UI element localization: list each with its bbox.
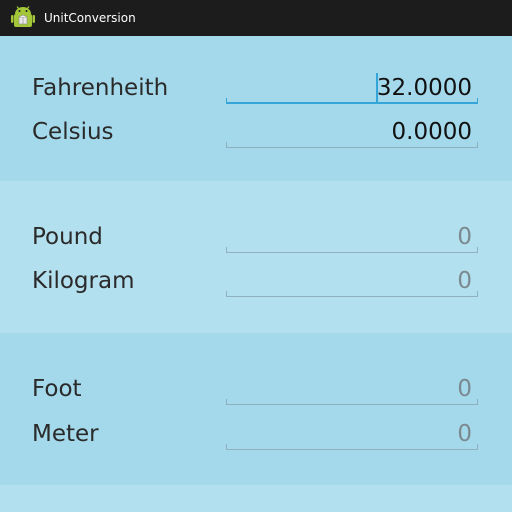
weight-section: Pound 0 Kilogram 0: [0, 181, 512, 333]
celsius-label: Celsius: [32, 119, 114, 145]
pound-input[interactable]: 0: [226, 217, 478, 253]
fahrenheit-input[interactable]: 32.0000: [226, 68, 478, 104]
kilogram-underline: [226, 291, 478, 297]
foot-underline: [226, 399, 478, 405]
kilogram-input[interactable]: 0: [226, 261, 478, 297]
meter-row: Meter 0: [0, 414, 512, 454]
meter-label: Meter: [32, 421, 99, 447]
app-title: UnitConversion: [44, 11, 136, 25]
foot-input[interactable]: 0: [226, 369, 478, 405]
fahrenheit-underline: [226, 98, 478, 104]
fahrenheit-row: Fahrenheith 32.0000: [0, 68, 512, 108]
kilogram-label: Kilogram: [32, 268, 135, 294]
fahrenheit-label: Fahrenheith: [32, 75, 169, 101]
meter-input[interactable]: 0: [226, 414, 478, 450]
celsius-input[interactable]: 0.0000: [226, 112, 478, 148]
android-app-icon: [11, 6, 35, 27]
action-bar: UnitConversion: [0, 0, 512, 36]
length-section: Foot 0 Meter 0: [0, 333, 512, 485]
temperature-section: Fahrenheith 32.0000 Celsius 0.0000: [0, 36, 512, 181]
next-section: [0, 485, 512, 512]
foot-label: Foot: [32, 376, 82, 402]
pound-row: Pound 0: [0, 217, 512, 257]
kilogram-row: Kilogram 0: [0, 261, 512, 301]
meter-underline: [226, 444, 478, 450]
pound-underline: [226, 247, 478, 253]
celsius-underline: [226, 142, 478, 148]
foot-row: Foot 0: [0, 369, 512, 409]
unit-conversion-screen: UnitConversion Fahrenheith 32.0000 Celsi…: [0, 0, 512, 512]
celsius-row: Celsius 0.0000: [0, 112, 512, 152]
pound-label: Pound: [32, 224, 103, 250]
